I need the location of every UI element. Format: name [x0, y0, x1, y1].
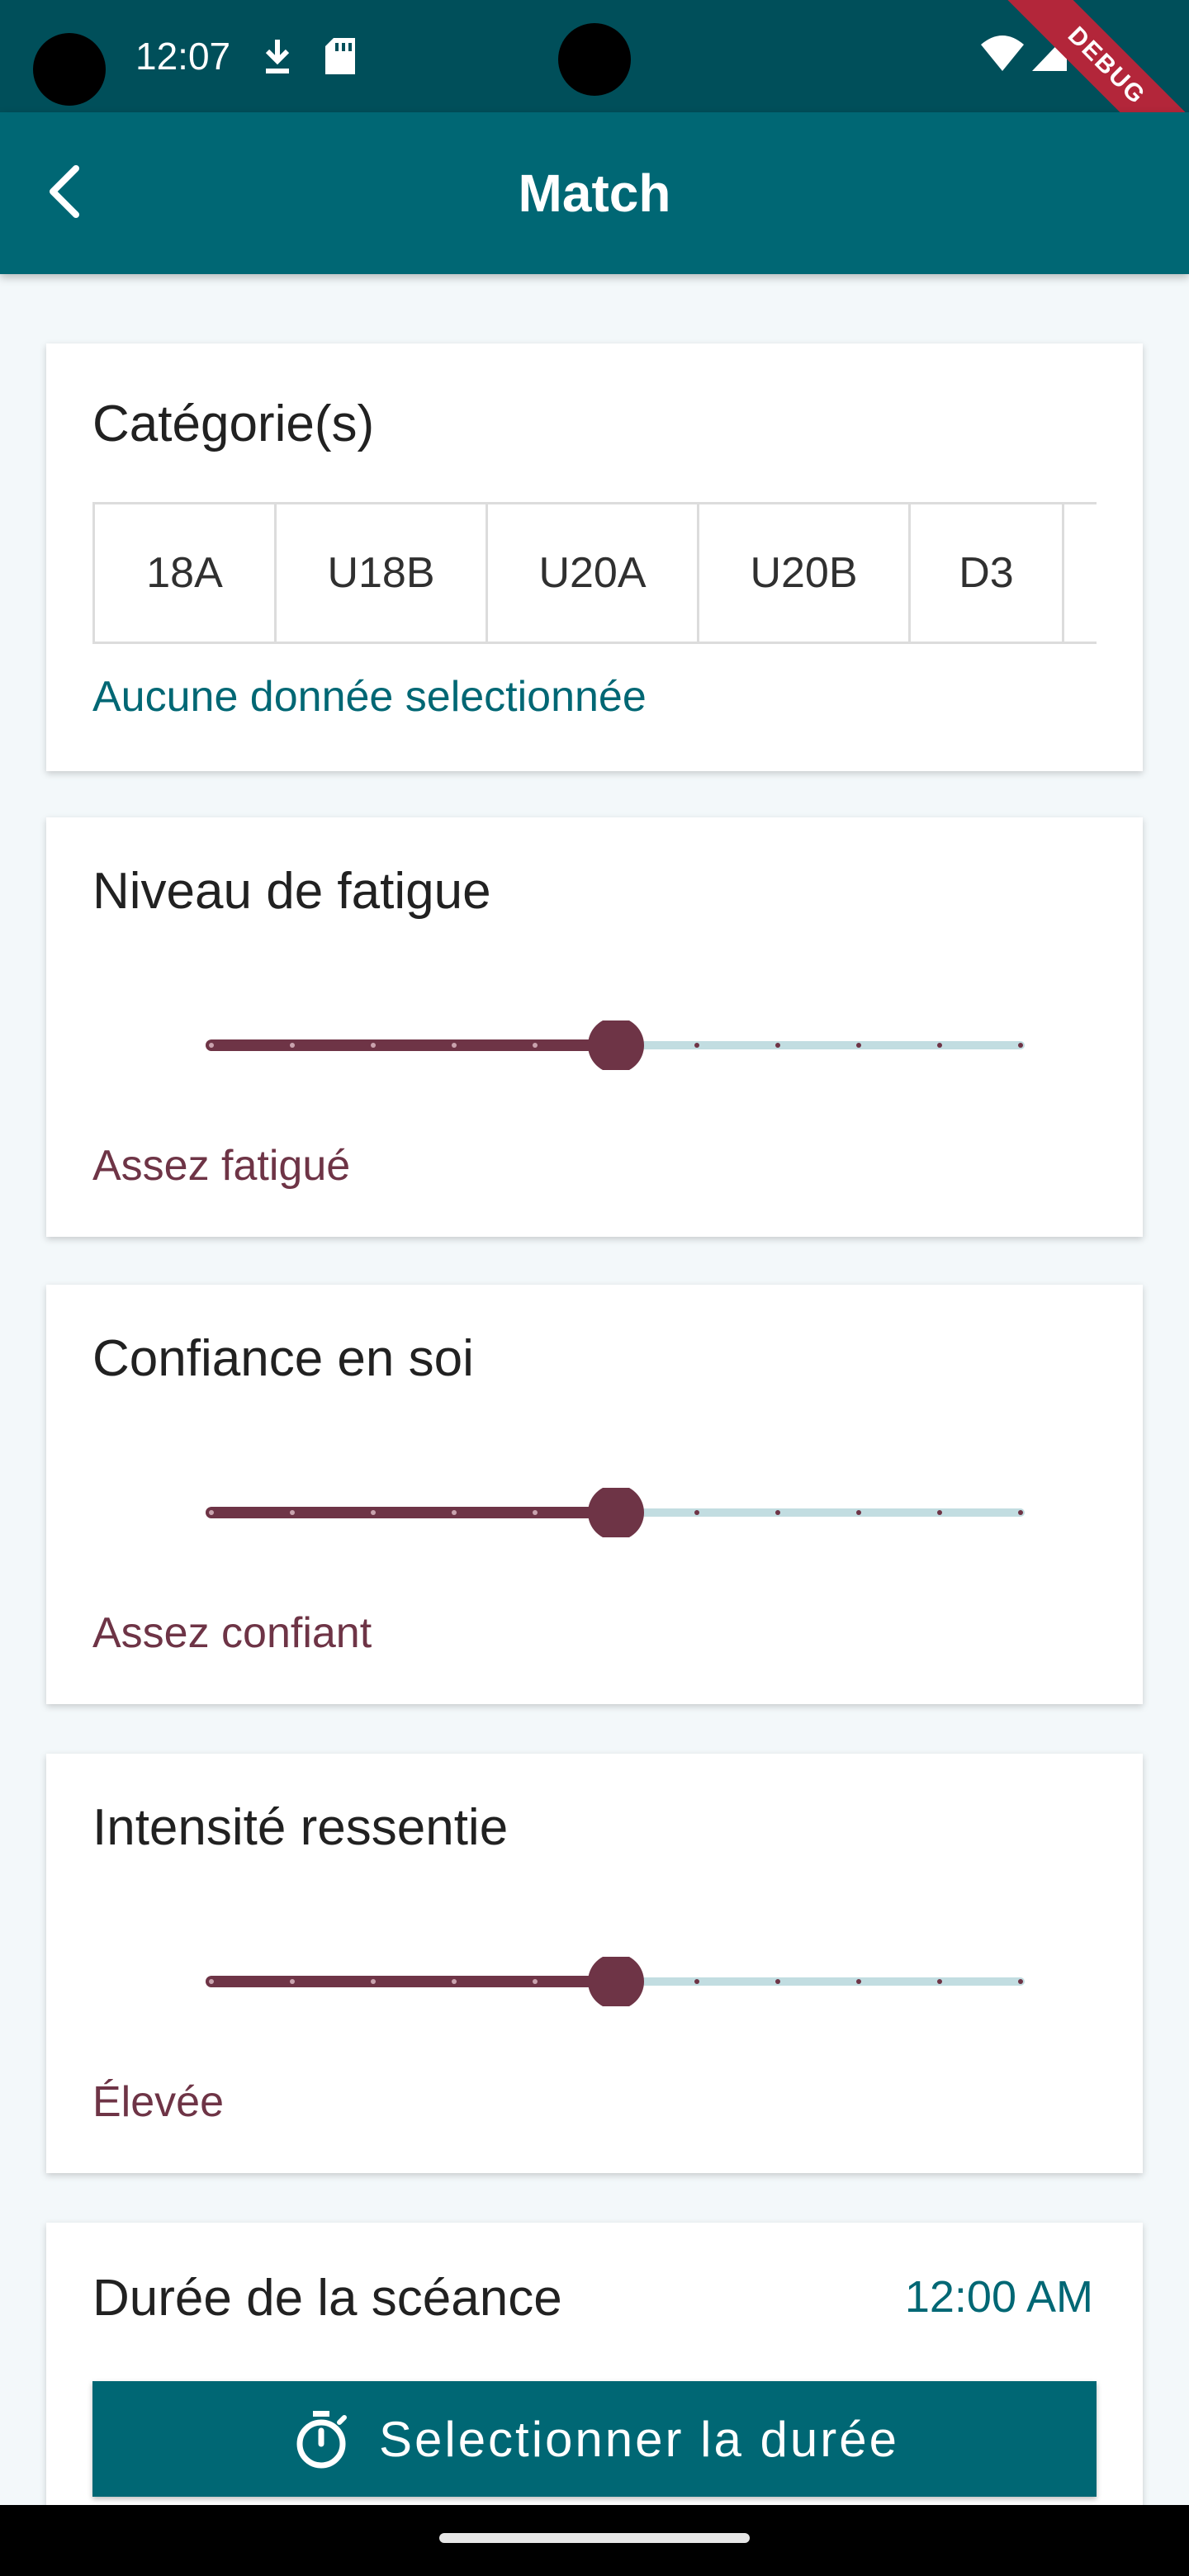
slider-tick	[290, 1043, 295, 1048]
category-chip[interactable]: U20A	[488, 504, 699, 642]
slider-tick	[1018, 1510, 1023, 1515]
slider-tick	[533, 1510, 538, 1515]
page-title: Match	[518, 163, 671, 223]
category-chip[interactable]: U18B	[277, 504, 488, 642]
duration-time-value[interactable]: 12:00 AM	[905, 2271, 1093, 2323]
confidence-title: Confiance en soi	[92, 1330, 474, 1387]
category-chip[interactable]: D3	[911, 504, 1064, 642]
slider-tick	[533, 1043, 538, 1048]
slider-tick	[694, 1979, 699, 1984]
slider-tick	[937, 1979, 942, 1984]
home-indicator[interactable]	[439, 2533, 750, 2543]
categories-title: Catégorie(s)	[92, 395, 375, 452]
select-duration-label: Selectionner la durée	[378, 2411, 900, 2467]
slider-tick	[290, 1979, 295, 1984]
slider-tick	[1018, 1979, 1023, 1984]
slider-graphic	[206, 1957, 1025, 2006]
slider-tick	[694, 1510, 699, 1515]
fatigue-value-label: Assez fatigué	[92, 1142, 351, 1190]
category-chip[interactable]: 18A	[95, 504, 277, 642]
sd-card-icon	[325, 38, 355, 74]
navigation-bar	[0, 2505, 1189, 2576]
slider-thumb[interactable]	[588, 1020, 644, 1070]
camera-cutout	[558, 23, 631, 96]
intensity-title: Intensité ressentie	[92, 1799, 509, 1856]
category-chip[interactable]	[1064, 504, 1097, 642]
fatigue-card: Niveau de fatigue Assez fatigué	[46, 817, 1143, 1237]
categories-card: Catégorie(s) 18A U18B U20A U20B D3 Aucun…	[46, 343, 1143, 771]
slider-thumb[interactable]	[588, 1957, 644, 2006]
intensity-card: Intensité ressentie Élevée	[46, 1754, 1143, 2173]
slider-tick	[775, 1979, 780, 1984]
category-chip-list[interactable]: 18A U18B U20A U20B D3	[92, 502, 1097, 644]
confidence-value-label: Assez confiant	[92, 1609, 372, 1657]
confidence-slider[interactable]	[162, 1488, 1070, 1537]
categories-empty-text: Aucune donnée selectionnée	[92, 673, 647, 721]
app-bar: Match	[0, 112, 1189, 274]
slider-tick	[452, 1979, 457, 1984]
fatigue-slider[interactable]	[162, 1020, 1070, 1070]
confidence-card: Confiance en soi Assez confiant	[46, 1285, 1143, 1704]
slider-tick	[452, 1510, 457, 1515]
slider-tick	[775, 1043, 780, 1048]
slider-tick	[371, 1043, 376, 1048]
select-duration-button[interactable]: Selectionner la durée	[92, 2381, 1097, 2497]
status-bar: 12:07 DEBUG	[0, 0, 1189, 182]
intensity-slider[interactable]	[162, 1957, 1070, 2006]
wifi-icon	[981, 36, 1024, 71]
status-time: 12:07	[135, 35, 231, 78]
camera-cutout	[33, 33, 106, 106]
intensity-value-label: Élevée	[92, 2078, 224, 2126]
download-icon	[265, 40, 290, 73]
slider-tick	[290, 1510, 295, 1515]
slider-tick	[452, 1043, 457, 1048]
slider-tick	[856, 1043, 861, 1048]
slider-tick	[371, 1979, 376, 1984]
slider-graphic	[206, 1020, 1025, 1070]
slider-tick	[1018, 1043, 1023, 1048]
timer-icon	[296, 2411, 347, 2469]
slider-tick	[775, 1510, 780, 1515]
slider-tick	[856, 1510, 861, 1515]
slider-tick	[371, 1510, 376, 1515]
slider-thumb[interactable]	[588, 1488, 644, 1537]
slider-tick	[937, 1043, 942, 1048]
slider-tick	[937, 1510, 942, 1515]
slider-graphic	[206, 1488, 1025, 1537]
slider-tick	[209, 1043, 214, 1048]
slider-tick	[533, 1979, 538, 1984]
slider-tick	[209, 1510, 214, 1515]
slider-tick	[209, 1979, 214, 1984]
category-chip[interactable]: U20B	[699, 504, 911, 642]
slider-tick	[856, 1979, 861, 1984]
duration-title: Durée de la scéance	[92, 2270, 562, 2327]
slider-tick	[694, 1043, 699, 1048]
fatigue-title: Niveau de fatigue	[92, 863, 491, 920]
